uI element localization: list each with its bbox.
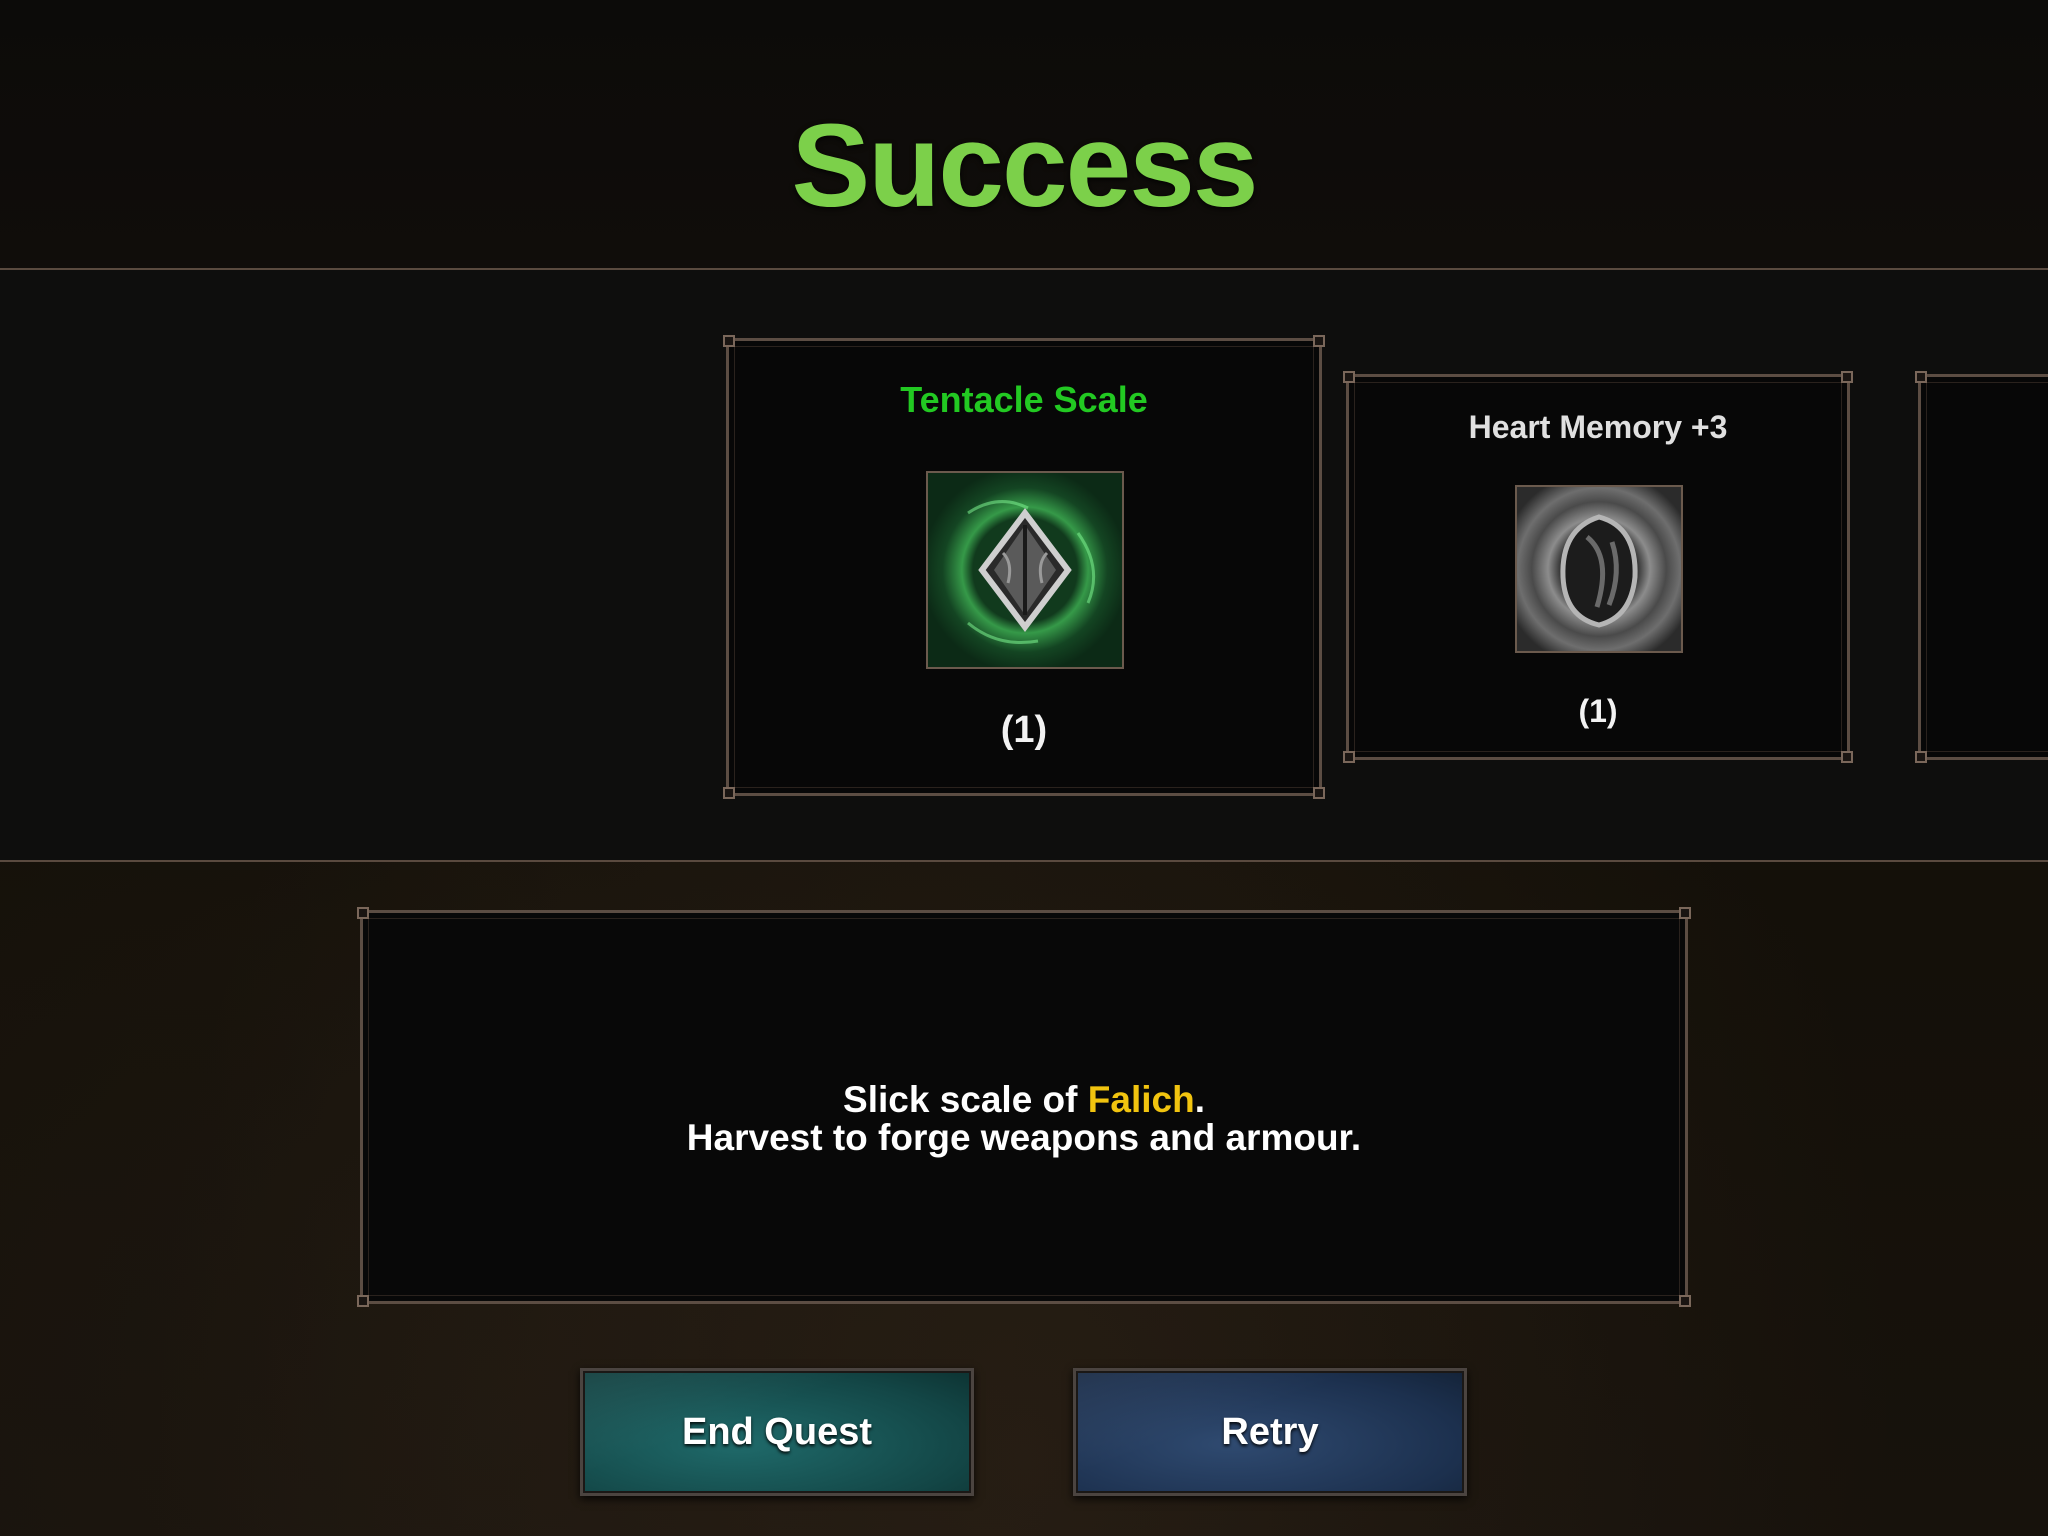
reward-card-tentacle-scale[interactable]: Tentacle Scale (1) [723, 335, 1325, 799]
tentacle-scale-icon [926, 471, 1124, 669]
description-panel: Slick scale of Falich. Harvest to forge … [357, 907, 1691, 1307]
frame-corner [357, 907, 369, 919]
frame-corner [1313, 335, 1325, 347]
title-bar: Success [0, 0, 2048, 268]
reward-card-partial[interactable] [1915, 371, 2048, 763]
highlighted-name: Falich [1087, 1079, 1195, 1120]
reward-name: Tentacle Scale [900, 379, 1148, 420]
reward-quantity: (1) [1000, 709, 1048, 751]
frame-corner [1841, 371, 1853, 383]
scale-glyph [967, 500, 1096, 645]
end-quest-label: End Quest [681, 1411, 873, 1453]
description-text: Slick scale of [843, 1079, 1088, 1120]
frame-corner [1915, 371, 1927, 383]
item-description: Slick scale of Falich. Harvest to forge … [363, 1081, 1685, 1157]
frame-corner [723, 787, 735, 799]
frame-corner [1343, 751, 1355, 763]
frame-corner [1313, 787, 1325, 799]
frame-corner [1841, 751, 1853, 763]
end-quest-button[interactable]: End Quest [580, 1368, 974, 1496]
reward-name: Heart Memory +3 [1468, 409, 1728, 445]
frame-corner [723, 335, 735, 347]
retry-button[interactable]: Retry [1073, 1368, 1467, 1496]
result-title: Success [791, 100, 1259, 232]
reward-quantity: (1) [1578, 693, 1618, 729]
description-line-1: Slick scale of Falich. [363, 1081, 1685, 1119]
description-line-2: Harvest to forge weapons and armour. [686, 1117, 1362, 1158]
description-punctuation: . [1194, 1079, 1205, 1120]
frame-corner [1343, 371, 1355, 383]
frame-corner [1915, 751, 1927, 763]
quest-result-screen: Success Tentacle Scale (1) Heart Memory … [0, 0, 2048, 1536]
frame-corner [1679, 907, 1691, 919]
heart-memory-icon [1515, 485, 1683, 653]
frame-corner [1679, 1295, 1691, 1307]
frame-corner [357, 1295, 369, 1307]
retry-label: Retry [1221, 1411, 1319, 1453]
heart-memory-glyph [1560, 514, 1638, 628]
reward-strip[interactable]: Tentacle Scale (1) Heart Memory +3 (1) [0, 268, 2048, 862]
reward-card-heart-memory[interactable]: Heart Memory +3 (1) [1343, 371, 1853, 763]
